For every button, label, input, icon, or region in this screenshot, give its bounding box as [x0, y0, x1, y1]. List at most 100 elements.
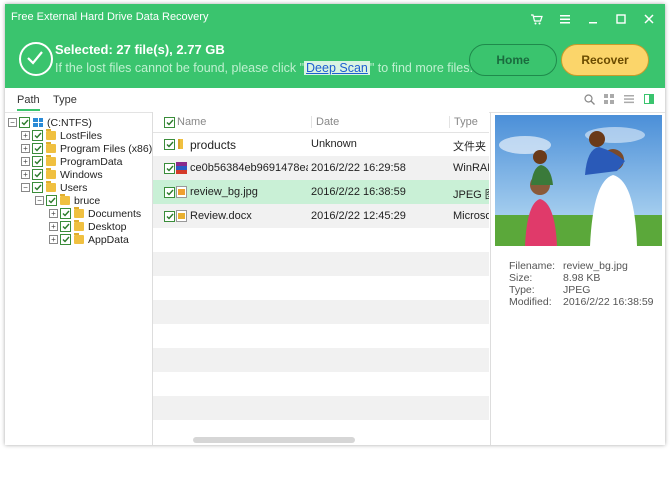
app-title: Free External Hard Drive Data Recovery — [11, 11, 209, 23]
empty-row-stripe — [153, 348, 489, 372]
folder-icon — [74, 233, 84, 244]
preview-filename-value: review_bg.jpg — [563, 260, 628, 272]
tree-label: Program Files (x86) — [60, 142, 153, 155]
horizontal-scrollbar[interactable] — [193, 437, 355, 443]
success-check-icon — [19, 42, 53, 76]
tree-label: AppData — [88, 233, 129, 246]
folder-icon — [74, 220, 84, 231]
file-date: 2016/2/22 16:38:59 — [311, 186, 406, 198]
preview-pane-icon[interactable] — [643, 93, 655, 105]
tree-checkbox[interactable] — [32, 182, 43, 193]
file-type: JPEG 图 — [453, 189, 489, 201]
menu-icon[interactable] — [557, 12, 573, 26]
table-row-selected[interactable]: review_bg.jpg 2016/2/22 16:38:59 JPEG 图 — [153, 180, 489, 204]
folder-icon — [46, 181, 56, 192]
app-window: Free External Hard Drive Data Recovery S… — [5, 4, 665, 445]
hint-text-before: If the lost files cannot be found, pleas… — [55, 61, 305, 75]
winrar-archive-icon — [176, 162, 187, 174]
select-all-checkbox[interactable] — [164, 117, 175, 128]
folder-icon — [46, 155, 56, 166]
tree-checkbox[interactable] — [60, 221, 71, 232]
document-file-icon — [176, 210, 187, 222]
tree-checkbox[interactable] — [19, 117, 30, 128]
expand-icon[interactable]: + — [21, 157, 30, 166]
collapse-icon[interactable]: − — [35, 196, 44, 205]
maximize-icon[interactable] — [613, 12, 629, 26]
row-checkbox[interactable] — [164, 139, 175, 150]
file-date: Unknown — [311, 138, 357, 150]
row-checkbox[interactable] — [164, 163, 175, 174]
tab-type[interactable]: Type — [53, 94, 77, 106]
preview-type-label: Type: — [509, 284, 535, 296]
expand-icon[interactable]: + — [49, 222, 58, 231]
folder-icon — [46, 129, 56, 140]
tree-label: Desktop — [88, 220, 127, 233]
empty-row-stripe — [153, 252, 489, 276]
expand-icon[interactable]: + — [49, 209, 58, 218]
expand-icon[interactable]: + — [21, 144, 30, 153]
deep-scan-link[interactable]: Deep Scan — [304, 61, 370, 75]
tree-node[interactable]: − bruce — [35, 194, 100, 207]
hint-text-after: " to find more files. — [369, 61, 473, 75]
tree-node[interactable]: + Windows — [21, 168, 103, 181]
table-row[interactable]: products Unknown 文件夹 — [153, 132, 489, 156]
collapse-icon[interactable]: − — [21, 183, 30, 192]
tree-label: Windows — [60, 168, 103, 181]
tree-checkbox[interactable] — [32, 130, 43, 141]
preview-filename-label: Filename: — [509, 260, 556, 272]
file-type: Microso — [453, 210, 489, 222]
table-row[interactable]: Review.docx 2016/2/22 12:45:29 Microso — [153, 204, 489, 228]
file-date: 2016/2/22 16:29:58 — [311, 162, 406, 174]
expand-icon[interactable]: + — [21, 170, 30, 179]
deep-scan-hint: If the lost files cannot be found, pleas… — [55, 61, 473, 75]
tree-checkbox[interactable] — [32, 156, 43, 167]
preview-pane: Filename: review_bg.jpg Size: 8.98 KB Ty… — [490, 112, 666, 445]
tree-label: Documents — [88, 207, 142, 220]
tree-node[interactable]: + AppData — [49, 233, 129, 246]
row-checkbox[interactable] — [164, 211, 175, 222]
file-name: review_bg.jpg — [190, 186, 258, 198]
close-icon[interactable] — [641, 12, 657, 26]
tree-node[interactable]: + Desktop — [49, 220, 127, 233]
table-row[interactable]: ce0b56384eb9691478ea5... 2016/2/22 16:29… — [153, 156, 489, 180]
recover-button[interactable]: Recover — [561, 44, 649, 76]
expand-icon[interactable]: + — [49, 235, 58, 244]
column-header-type[interactable]: Type — [449, 116, 478, 128]
windows-drive-icon — [33, 118, 43, 127]
tree-label: LostFiles — [60, 129, 103, 142]
header-bar: Free External Hard Drive Data Recovery S… — [5, 4, 665, 88]
list-view-icon[interactable] — [623, 93, 635, 105]
tree-node[interactable]: + Program Files (x86) — [21, 142, 152, 155]
tree-node[interactable]: − Users — [21, 181, 87, 194]
folder-icon — [60, 194, 70, 205]
tree-checkbox[interactable] — [46, 195, 57, 206]
column-header-name[interactable]: Name — [177, 116, 206, 128]
file-type: 文件夹 — [453, 141, 486, 153]
tree-label: bruce — [74, 194, 101, 207]
tree-label: (C:NTFS) — [47, 116, 92, 129]
tab-path[interactable]: Path — [17, 94, 40, 111]
tree-node[interactable]: + Documents — [49, 207, 141, 220]
folder-icon — [46, 142, 56, 153]
cart-icon[interactable] — [529, 12, 545, 26]
preview-size-value: 8.98 KB — [563, 272, 601, 284]
tree-checkbox[interactable] — [60, 208, 71, 219]
row-checkbox[interactable] — [164, 187, 175, 198]
tree-checkbox[interactable] — [32, 169, 43, 180]
search-icon[interactable] — [583, 93, 595, 105]
tree-node-root[interactable]: − (C:NTFS) — [8, 116, 92, 129]
tree-checkbox[interactable] — [60, 234, 71, 245]
view-tabbar: Path Type — [5, 88, 665, 113]
collapse-icon[interactable]: − — [8, 118, 17, 127]
minimize-icon[interactable] — [585, 12, 601, 26]
tree-node[interactable]: + ProgramData — [21, 155, 122, 168]
file-name: ce0b56384eb9691478ea5... — [190, 162, 308, 174]
grid-view-icon[interactable] — [603, 93, 615, 105]
tree-node[interactable]: + LostFiles — [21, 129, 102, 142]
expand-icon[interactable]: + — [21, 131, 30, 140]
column-header-date[interactable]: Date — [311, 116, 339, 128]
preview-modified-label: Modified: — [509, 296, 552, 308]
home-button[interactable]: Home — [469, 44, 557, 76]
tree-checkbox[interactable] — [32, 143, 43, 154]
preview-image — [495, 115, 662, 246]
